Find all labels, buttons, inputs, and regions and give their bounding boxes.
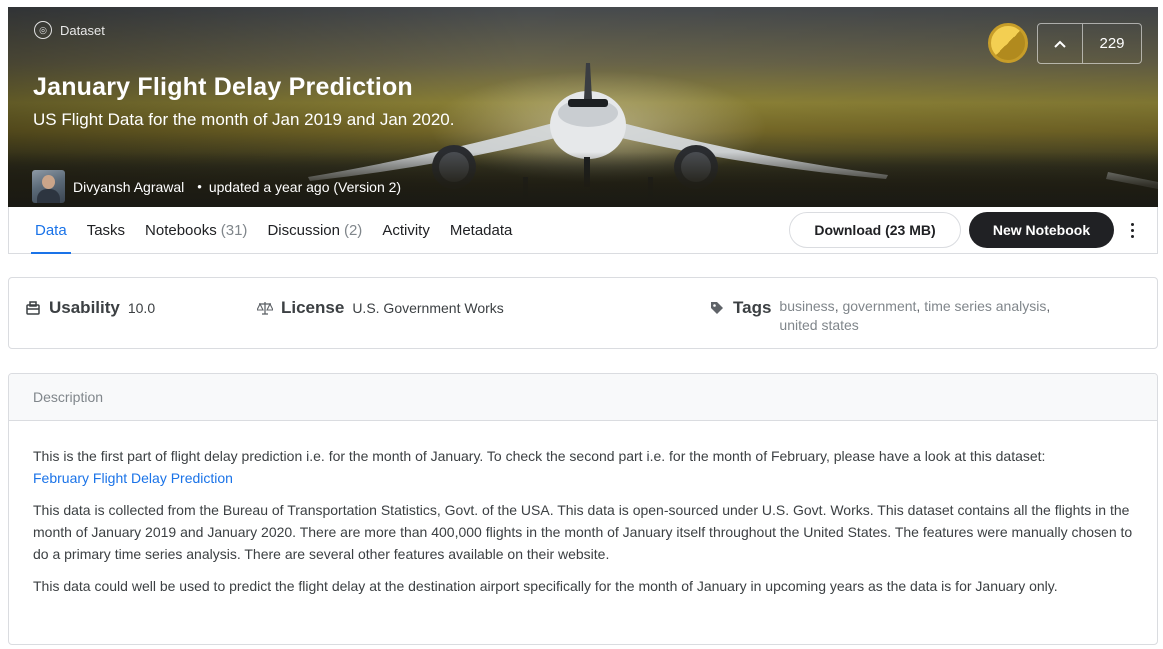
description-header: Description xyxy=(9,374,1157,421)
description-card: Description This is the first part of fl… xyxy=(8,373,1158,645)
avatar[interactable] xyxy=(32,170,65,203)
chevron-up-icon xyxy=(1054,40,1066,48)
upvote-button[interactable] xyxy=(1038,24,1083,63)
author-row: Divyansh Agrawal • updated a year ago (V… xyxy=(32,170,401,203)
tab-label: Notebooks xyxy=(145,221,217,239)
description-body: This is the first part of flight delay p… xyxy=(9,421,1157,597)
gold-medal-icon[interactable] xyxy=(988,23,1028,63)
tags-section: Tags business, government, time series a… xyxy=(709,298,1079,335)
scale-icon xyxy=(257,300,273,316)
tab-data[interactable]: Data xyxy=(31,207,71,254)
new-notebook-button[interactable]: New Notebook xyxy=(969,212,1114,248)
updated-text[interactable]: updated a year ago (Version 2) xyxy=(209,179,401,195)
tab-label: Activity xyxy=(382,221,430,239)
dataset-type-tag: ◎ Dataset xyxy=(34,21,105,39)
vote-count[interactable]: 229 xyxy=(1083,24,1141,63)
dataset-subtitle: US Flight Data for the month of Jan 2019… xyxy=(33,110,455,129)
description-paragraph: This data is collected from the Bureau o… xyxy=(33,502,1133,562)
license-section: License U.S. Government Works xyxy=(257,298,504,318)
license-value[interactable]: U.S. Government Works xyxy=(352,300,503,316)
tab-bar: Data Tasks Notebooks (31) Discussion (2)… xyxy=(8,207,1158,254)
tab-tasks[interactable]: Tasks xyxy=(83,207,129,253)
license-label: License xyxy=(281,298,345,317)
dataset-metadata-card: Usability 10.0 License U.S. Government W… xyxy=(8,277,1158,349)
more-options-icon[interactable] xyxy=(1122,218,1142,242)
author-name[interactable]: Divyansh Agrawal xyxy=(73,179,184,195)
tags-list: business, government, time series analys… xyxy=(779,298,1051,333)
tab-discussion[interactable]: Discussion (2) xyxy=(263,207,366,253)
tag-link[interactable]: united states xyxy=(779,317,858,333)
tag-link[interactable]: government xyxy=(842,298,916,314)
bullet-separator: • xyxy=(197,179,202,194)
tab-metadata[interactable]: Metadata xyxy=(446,207,517,253)
usability-icon xyxy=(25,300,41,316)
tab-count: (2) xyxy=(343,221,363,239)
dataset-type-label: Dataset xyxy=(60,22,105,38)
usability-label: Usability xyxy=(49,298,120,317)
paragraph-text: This is the first part of flight delay p… xyxy=(33,448,1046,464)
dataset-header-banner: ◎ Dataset January Flight Delay Predictio… xyxy=(8,7,1158,207)
upvote-widget: 229 xyxy=(1037,23,1142,64)
description-paragraph: This is the first part of flight delay p… xyxy=(33,445,1133,489)
tab-count: (31) xyxy=(220,221,248,239)
description-paragraph: This data could well be used to predict … xyxy=(33,578,1058,594)
usability-value[interactable]: 10.0 xyxy=(128,300,155,316)
tag-link[interactable]: time series analysis xyxy=(924,298,1046,314)
download-button[interactable]: Download (23 MB) xyxy=(789,212,961,248)
tab-notebooks[interactable]: Notebooks (31) xyxy=(141,207,251,253)
tab-activity[interactable]: Activity xyxy=(378,207,434,253)
tab-label: Discussion xyxy=(267,221,340,239)
tab-list: Data Tasks Notebooks (31) Discussion (2)… xyxy=(31,207,528,254)
tags-label: Tags xyxy=(733,298,772,317)
tag-icon xyxy=(709,300,725,316)
dataset-icon: ◎ xyxy=(34,21,52,39)
february-dataset-link[interactable]: February Flight Delay Prediction xyxy=(33,470,233,486)
usability-section: Usability 10.0 xyxy=(25,298,155,318)
tag-link[interactable]: business xyxy=(779,298,834,314)
tab-label: Data xyxy=(35,221,67,239)
tab-label: Metadata xyxy=(449,221,513,239)
tab-label: Tasks xyxy=(86,221,126,239)
dataset-title: January Flight Delay Prediction xyxy=(33,73,413,101)
